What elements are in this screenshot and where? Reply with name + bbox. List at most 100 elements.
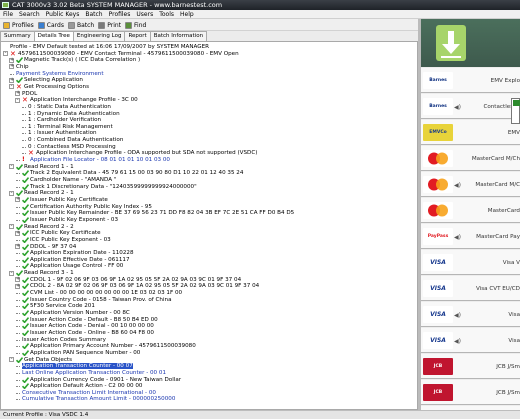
- tab[interactable]: Report: [124, 31, 151, 41]
- tree-node[interactable]: Payment Systems Environment: [16, 71, 104, 77]
- tree-node[interactable]: Last Online Application Transaction Coun…: [22, 370, 166, 376]
- expander-icon[interactable]: -: [9, 164, 14, 170]
- tree-node[interactable]: 1 : Dynamic Data Authentication: [28, 111, 120, 117]
- menu-item[interactable]: Users: [133, 10, 156, 19]
- tree-node[interactable]: Application Transaction Counter - 00 07: [22, 363, 133, 370]
- expander-icon[interactable]: +: [15, 91, 20, 97]
- expander-icon[interactable]: +: [9, 77, 14, 83]
- tree-node[interactable]: ICC Public Key Exponent - 03: [30, 237, 111, 243]
- toolbar-button[interactable]: Batch: [67, 19, 97, 31]
- tab[interactable]: Engineering Log: [72, 31, 126, 41]
- profile-card[interactable]: VISA Visa CVT EU/CD: [421, 275, 520, 301]
- expander-icon[interactable]: +: [9, 64, 14, 70]
- tree-node[interactable]: Track 2 Equivalent Data - 45 79 61 15 00…: [30, 170, 243, 176]
- tree-node[interactable]: Read Record 3 - 1: [24, 270, 74, 276]
- expander-icon[interactable]: +: [15, 283, 20, 289]
- tree-node[interactable]: Application Expiration Date - 110228: [30, 250, 134, 256]
- tree-node[interactable]: Application Primary Account Number - 457…: [30, 343, 196, 349]
- expander-icon[interactable]: +: [15, 244, 20, 249]
- menu-item[interactable]: Batch: [82, 10, 105, 19]
- expander-icon[interactable]: -: [9, 270, 14, 276]
- expander-icon[interactable]: -: [15, 97, 20, 103]
- tree-node[interactable]: 4579611500039080 - EMV Contact Terminal …: [18, 51, 239, 57]
- expander-icon[interactable]: +: [9, 57, 14, 63]
- tree-node[interactable]: CDOL 1 - 9F 02 06 9F 03 06 9F 1A 02 95 0…: [30, 277, 241, 283]
- profile-card[interactable]: Barnes ◀) Contactless (: [421, 93, 520, 119]
- tree-node[interactable]: Magnetic Track(s) ( ICC Data Correlation…: [24, 57, 140, 63]
- tree-node[interactable]: 1 : Cardholder Verification: [28, 117, 101, 123]
- menu-item[interactable]: Help: [177, 10, 197, 19]
- tree-node[interactable]: Application Effective Date - 061117: [30, 257, 130, 263]
- tree-node[interactable]: Get Processing Options: [24, 84, 89, 90]
- menu-item[interactable]: Public Keys: [43, 10, 83, 19]
- expander-icon[interactable]: -: [9, 190, 14, 196]
- toolbar-button[interactable]: Profiles: [2, 19, 37, 31]
- expander-icon[interactable]: -: [9, 84, 14, 90]
- tree-node[interactable]: Issuer Action Code - Denial - 00 10 00 0…: [30, 323, 154, 329]
- tree-node[interactable]: Issuer Public Key Exponent - 03: [30, 217, 118, 223]
- tree-node[interactable]: Get Data Objects: [24, 357, 72, 363]
- tree-node[interactable]: Issuer Action Code - Online - B8 60 04 F…: [30, 330, 154, 336]
- tree-node[interactable]: ICC Public Key Certificate: [30, 230, 101, 236]
- menu-item[interactable]: File: [0, 10, 16, 19]
- tree-node[interactable]: Cardholder Name - "AMANDA ": [30, 177, 116, 183]
- tree-node[interactable]: 0 : Combined Data Authentication: [28, 137, 123, 143]
- tree-node[interactable]: 0 : Static Data Authentication: [28, 104, 111, 110]
- tree-node[interactable]: Application Interchange Profile - ODA su…: [36, 150, 257, 156]
- profile-card[interactable]: JCB JCB J/Sm: [421, 353, 520, 379]
- tree-node[interactable]: Application Interchange Profile - 3C 00: [30, 97, 138, 103]
- tree-node[interactable]: Cumulative Transaction Amount Limit - 00…: [22, 396, 175, 402]
- tree-node[interactable]: Certification Authority Public Key Index…: [30, 204, 152, 210]
- tree-node[interactable]: 0 : Contactless MSD Processing: [28, 144, 116, 150]
- details-tree[interactable]: Profile - EMV Default tested at 16:06 17…: [0, 41, 418, 410]
- profile-card[interactable]: Barnes EMV Explo: [421, 67, 520, 93]
- tree-node[interactable]: Application File Locator - 08 01 01 01 1…: [30, 157, 170, 163]
- tree-node[interactable]: Read Record 2 - 2: [24, 224, 74, 230]
- tree-node[interactable]: Application Usage Control - FF 00: [30, 263, 123, 269]
- expander-icon[interactable]: +: [15, 230, 20, 236]
- tab[interactable]: Details Tree: [33, 31, 74, 41]
- tree-node[interactable]: Issuer Public Key Remainder - BE 37 69 5…: [30, 210, 294, 216]
- profile-card[interactable]: ◀) MasterCard M/C: [421, 171, 520, 197]
- tab[interactable]: Summary: [0, 31, 35, 41]
- tree-node[interactable]: CDOL 2 - 8A 02 9F 02 06 9F 03 06 9F 1A 0…: [30, 283, 259, 289]
- tree-node[interactable]: Track 1 Discretionary Data - "1240359999…: [30, 184, 197, 190]
- profile-card[interactable]: EMVCo EMV: [421, 119, 520, 145]
- toolbar-button[interactable]: Cards: [37, 19, 67, 31]
- tree-node[interactable]: Read Record 2 - 1: [24, 190, 74, 196]
- toolbar-button[interactable]: Find: [124, 19, 149, 31]
- menu-item[interactable]: Tools: [156, 10, 177, 19]
- expander-icon[interactable]: +: [15, 197, 20, 203]
- profile-card[interactable]: VISA ◀) Visa: [421, 327, 520, 353]
- tree-node[interactable]: Selecting Application: [24, 77, 83, 83]
- tree-node[interactable]: Profile - EMV Default tested at 16:06 17…: [10, 44, 209, 50]
- tree-node[interactable]: Issuer Action Codes Summary: [22, 337, 106, 343]
- tree-node[interactable]: Chip: [16, 64, 29, 70]
- profile-card[interactable]: VISA Visa V: [421, 249, 520, 275]
- expander-icon[interactable]: -: [3, 51, 8, 57]
- tree-node[interactable]: Application Currency Code - 0901 - New T…: [30, 377, 181, 383]
- tree-node[interactable]: Application Version Number - 00 8C: [30, 310, 130, 316]
- tree-node[interactable]: CVM List - 00 00 00 00 00 00 00 00 1E 03…: [30, 290, 182, 296]
- download-icon[interactable]: [436, 25, 466, 61]
- menu-item[interactable]: Profiles: [106, 10, 134, 19]
- profile-card[interactable]: JCB JCB J/Sm: [421, 379, 520, 405]
- profile-card[interactable]: PayPass ◀) MasterCard Pay: [421, 223, 520, 249]
- expander-icon[interactable]: -: [9, 357, 14, 363]
- expander-icon[interactable]: +: [15, 277, 20, 283]
- profile-card[interactable]: VISA ◀) Visa: [421, 301, 520, 327]
- tree-node[interactable]: Consecutive Transaction Limit Internatio…: [22, 390, 156, 396]
- tree-node[interactable]: Read Record 1 - 1: [24, 164, 74, 170]
- tab[interactable]: Batch Information: [149, 31, 208, 41]
- profile-card[interactable]: MasterCard M/Ch: [421, 145, 520, 171]
- profile-card[interactable]: MasterCard: [421, 197, 520, 223]
- tree-node[interactable]: Issuer Country Code - 0158 - Taiwan Prov…: [30, 297, 172, 303]
- tree-node[interactable]: DDOL - 9F 37 04: [30, 244, 76, 250]
- tree-node[interactable]: Application Default Action - C2 00 00 00: [30, 383, 143, 389]
- tree-node[interactable]: Issuer Action Code - Default - B8 50 B4 …: [30, 317, 158, 323]
- tree-node[interactable]: 1 : Terminal Risk Management: [28, 124, 113, 130]
- tree-node[interactable]: Issuer Public Key Certificate: [30, 197, 108, 203]
- menu-item[interactable]: Search: [16, 10, 43, 19]
- tree-node[interactable]: 1 : Issuer Authentication: [28, 130, 97, 136]
- toolbar-button[interactable]: Print: [97, 19, 124, 31]
